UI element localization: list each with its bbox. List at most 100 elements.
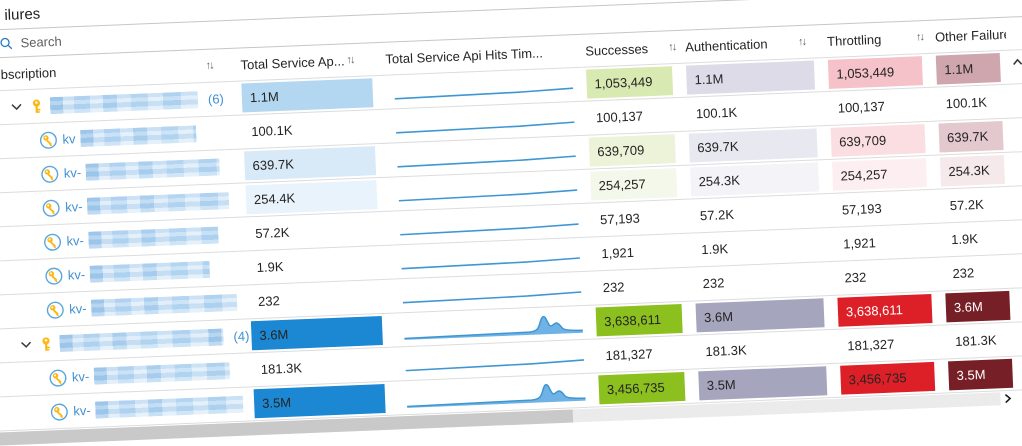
throttling-value: 100,137 [829,90,924,123]
total-app-value: 3.6M [251,316,383,350]
subscription-key-icon [29,98,45,114]
sparkline-area-peaks [403,377,590,410]
sparkline-flat [392,106,579,139]
search-icon [0,37,13,51]
authentication-value: 3.5M [698,366,827,400]
sort-icon[interactable]: ↑↓ [798,36,805,48]
group-count: (6) [208,91,224,107]
resource-name-prefix: kv [62,131,76,147]
redacted-resource-name [86,158,221,180]
authentication-value: 100.1K [687,94,816,128]
resource-name-prefix: kv- [68,267,86,283]
authentication-value: 3.6M [696,298,825,332]
sort-icon[interactable]: ↑↓ [205,60,212,72]
key-vault-icon [43,232,62,251]
column-label: Subscription [0,64,57,82]
other-failures-value: 639.7K [938,121,1003,153]
scroll-right-icon[interactable] [1002,392,1013,405]
authentication-value: 1.1M [686,60,815,94]
column-header-successes[interactable]: Successes ↑↓ [585,39,686,58]
column-header-throttling[interactable]: Throttling ↑↓ [827,29,936,48]
redacted-subscription-name [50,91,199,114]
column-label: Authentication [685,36,768,54]
throttling-value: 3,638,611 [837,294,932,327]
resource-name-prefix: kv- [66,233,84,249]
chevron-down-icon[interactable] [10,100,24,114]
sparkline-flat [396,207,583,240]
key-vault-icon [50,402,69,421]
sparkline-flat [393,139,580,172]
redacted-resource-name [87,192,230,215]
redacted-resource-name [95,396,244,419]
other-failures-value: 254.3K [940,155,1005,187]
successes-value: 232 [594,270,681,302]
throttling-value: 57,193 [833,192,928,225]
successes-value: 639,709 [589,134,676,166]
throttling-value: 1,921 [835,226,930,259]
column-label: Throttling [827,31,882,48]
authentication-value: 181.3K [697,332,826,366]
successes-value: 181,327 [597,338,684,370]
column-header-authentication[interactable]: Authentication ↑↓ [685,33,827,54]
key-vault-icon [49,368,68,387]
total-app-value: 181.3K [252,350,384,384]
redacted-resource-name [80,125,197,147]
other-failures-value: 1.1M [936,53,1001,85]
sort-icon[interactable]: ↑↓ [346,54,353,66]
group-count: (4) [233,328,249,344]
resource-name-prefix: kv- [72,369,90,385]
key-vault-icon [42,198,61,217]
scroll-up-icon[interactable] [1012,54,1022,72]
other-failures-value: 3.6M [945,291,1010,323]
other-failures-value: 232 [944,257,1009,289]
other-failures-value: 1.9K [943,223,1008,255]
sort-icon[interactable]: ↑↓ [916,31,923,43]
total-app-cell: 1.1M [241,76,387,115]
redacted-subscription-name [59,328,224,352]
resource-name-prefix: kv- [65,199,83,215]
throttling-value: 254,257 [832,158,927,191]
other-failures-cell: 1.1M [936,51,1008,87]
column-header-total-service-app[interactable]: Total Service Ap... ↑↓ [240,51,385,72]
total-app-value: 1.9K [248,248,380,282]
successes-value: 1,921 [593,236,680,268]
throttling-value: 3,456,735 [840,362,935,395]
column-header-hits-timeline[interactable]: Total Service Api Hits Tim... [385,43,585,66]
redacted-resource-name [94,362,231,384]
sparkline-flat [394,173,581,206]
sort-icon[interactable]: ↑↓ [668,41,675,53]
successes-value: 3,456,735 [598,372,685,404]
authentication-value: 254.3K [690,162,819,196]
authentication-cell: 1.1M [686,58,829,97]
successes-value: 1,053,449 [586,66,673,98]
column-label: Other Failures [935,26,1007,44]
throttling-cell: 1,053,449 [828,54,937,91]
authentication-value: 57.2K [691,196,820,230]
total-app-value: 232 [250,282,382,316]
authentication-value: 639.7K [689,128,818,162]
column-header-other-failures[interactable]: Other Failures [935,26,1007,44]
key-vault-icon [46,300,65,319]
other-failures-value: 3.5M [948,359,1013,391]
throttling-value: 639,709 [831,124,926,157]
subscription-key-icon [38,336,54,352]
sparkline-flat [390,72,577,105]
resource-name-prefix: kv- [73,403,91,419]
authentication-value: 1.9K [693,230,822,264]
sparkline-cell [398,373,599,414]
sparkline-flat [397,241,584,274]
chevron-down-icon[interactable] [19,338,33,352]
column-header-subscription[interactable]: Subscription ↑↓ [0,57,241,82]
successes-value: 100,137 [587,100,674,132]
total-app-value: 57.2K [247,214,379,248]
total-app-value: 100.1K [243,112,375,146]
other-failures-value: 57.2K [941,189,1006,221]
column-label: Successes [585,41,648,59]
powerbi-table-visual: ilures Subscription ↑↓ Total Service Ap.… [0,0,1022,446]
throttling-value: 1,053,449 [828,56,923,89]
other-failures-value: 100.1K [937,87,1002,119]
successes-value: 254,257 [590,168,677,200]
redacted-resource-name [90,261,211,283]
redacted-resource-name [91,294,238,317]
other-failures-value: 181.3K [947,325,1012,357]
